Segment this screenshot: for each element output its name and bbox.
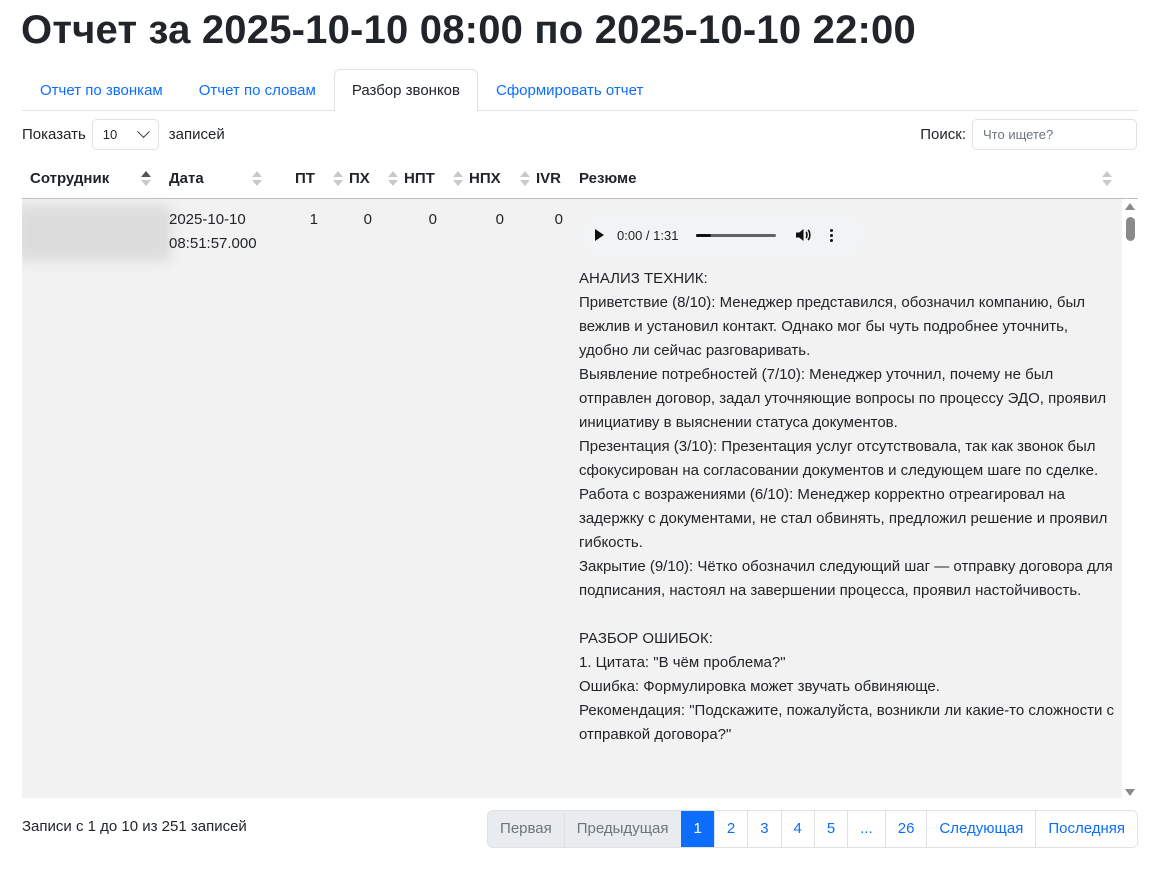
column-header-npt-label: НПТ	[404, 170, 435, 187]
play-icon[interactable]	[595, 229, 604, 241]
pagination-ellipsis: ...	[847, 811, 885, 847]
cell-pt: 1	[309, 211, 318, 228]
tab-words-report[interactable]: Отчет по словам	[181, 69, 334, 111]
search-label: Поиск:	[920, 126, 966, 143]
length-suffix-label: записей	[168, 126, 225, 143]
chevron-down-icon	[136, 125, 150, 139]
call-date: 2025-10-10 08:51:57.000	[169, 208, 257, 256]
pagination-last[interactable]: Последняя	[1035, 811, 1137, 847]
page-length-value: 10	[102, 127, 118, 142]
calls-table: Сотрудник Дата ПТ ПХ НПТ НПХ IVR Резюме …	[22, 158, 1138, 798]
tab-calls-report[interactable]: Отчет по звонкам	[22, 69, 181, 111]
call-date-time: 08:51:57.000	[169, 235, 257, 252]
column-header-date-label: Дата	[169, 170, 204, 187]
scroll-up-icon[interactable]	[1125, 203, 1135, 210]
pagination-page[interactable]: 5	[813, 811, 848, 847]
sort-icon	[1102, 171, 1112, 187]
cell-ph: 0	[363, 211, 372, 228]
sort-icon	[252, 171, 262, 187]
pagination-next[interactable]: Следующая	[926, 811, 1036, 847]
call-date-day: 2025-10-10	[169, 211, 246, 228]
column-header-npt[interactable]: НПТ	[396, 158, 461, 199]
more-options-icon[interactable]	[830, 228, 834, 242]
cell-nph: 0	[495, 211, 504, 228]
column-header-summary-label: Резюме	[579, 170, 637, 187]
column-header-ph-label: ПХ	[349, 170, 370, 187]
column-header-nph[interactable]: НПХ	[461, 158, 528, 199]
length-prefix-label: Показать	[22, 126, 86, 143]
page-length-select[interactable]: 10	[91, 119, 159, 150]
pagination-first[interactable]: Первая	[488, 811, 564, 847]
column-header-pt-label: ПТ	[295, 170, 315, 187]
scroll-down-icon[interactable]	[1125, 789, 1135, 796]
cell-ivr: 0	[554, 211, 563, 228]
table-row: 2025-10-10 08:51:57.000 1 0 0 0 0 0:00 /…	[22, 199, 1122, 798]
audio-progress-bar[interactable]	[696, 233, 777, 237]
audio-time: 0:00 / 1:31	[617, 227, 679, 243]
column-header-summary[interactable]: Резюме	[571, 158, 1122, 199]
pagination-prev[interactable]: Предыдущая	[563, 811, 681, 847]
column-header-employee-label: Сотрудник	[30, 170, 110, 187]
column-header-ivr-label: IVR	[536, 170, 562, 187]
pagination-page[interactable]: 1	[680, 811, 714, 847]
pagination-page[interactable]: 3	[747, 811, 781, 847]
search-input[interactable]	[972, 119, 1137, 150]
page-length-control: Показать 10 записей	[22, 119, 225, 150]
pagination-page[interactable]: 4	[780, 811, 814, 847]
column-header-nph-label: НПХ	[469, 170, 501, 187]
report-tabs: Отчет по звонкам Отчет по словам Разбор …	[22, 69, 1138, 112]
call-summary: АНАЛИЗ ТЕХНИК: Приветствие (8/10): Менед…	[579, 270, 1115, 743]
scrollbar-thumb[interactable]	[1126, 217, 1135, 241]
page-title: Отчет за 2025-10-10 08:00 по 2025-10-10 …	[21, 8, 916, 52]
table-info: Записи с 1 до 10 из 251 записей	[22, 818, 247, 835]
cell-npt: 0	[428, 211, 437, 228]
table-header: Сотрудник Дата ПТ ПХ НПТ НПХ IVR Резюме	[22, 158, 1138, 199]
column-header-date[interactable]: Дата	[161, 158, 285, 199]
pagination-page[interactable]: 26	[884, 811, 927, 847]
table-scrollbar[interactable]	[1122, 199, 1138, 798]
volume-icon[interactable]	[794, 226, 812, 244]
pagination-page[interactable]: 2	[713, 811, 748, 847]
search-control: Поиск:	[920, 119, 1137, 150]
sort-asc-icon	[141, 171, 151, 187]
audio-player: 0:00 / 1:31	[579, 211, 865, 259]
report-page: Отчет за 2025-10-10 08:00 по 2025-10-10 …	[0, 0, 1169, 871]
tab-generate-report[interactable]: Сформировать отчет	[478, 69, 661, 111]
employee-name-redacted	[22, 205, 171, 261]
tab-calls-analysis[interactable]: Разбор звонков	[333, 69, 478, 112]
pagination: Первая Предыдущая 1 2 3 4 5 ... 26 Следу…	[487, 810, 1138, 848]
audio-progress-fill	[696, 233, 711, 237]
